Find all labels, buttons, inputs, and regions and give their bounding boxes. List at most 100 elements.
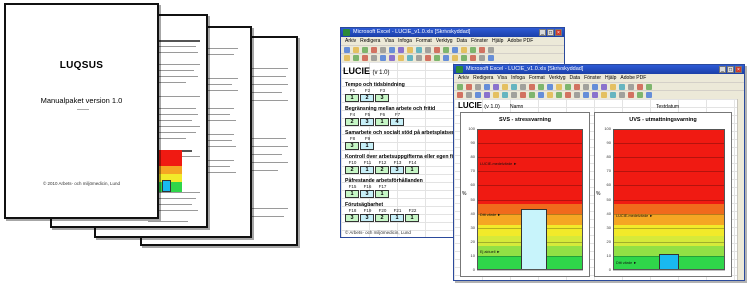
toolbar-button-icon[interactable] bbox=[484, 92, 490, 98]
menu-item[interactable]: Fönster bbox=[584, 75, 601, 81]
answer-cell[interactable]: 3 bbox=[345, 142, 359, 150]
toolbar-button-icon[interactable] bbox=[511, 92, 517, 98]
toolbar-button-icon[interactable] bbox=[389, 55, 395, 61]
toolbar-button-icon[interactable] bbox=[371, 55, 377, 61]
toolbar-button-icon[interactable] bbox=[610, 92, 616, 98]
toolbar-button-icon[interactable] bbox=[565, 92, 571, 98]
answer-cell[interactable]: 2 bbox=[375, 166, 389, 174]
menu-item[interactable]: Format bbox=[416, 38, 432, 44]
excel-front-titlebar[interactable]: Microsoft Excel - LUCIE_v1.0.xls [Skrivs… bbox=[454, 65, 744, 74]
answer-cell[interactable]: 2 bbox=[375, 214, 389, 222]
excel-back-titlebar[interactable]: Microsoft Excel - LUCIE_v1.0.xls [Skrivs… bbox=[341, 28, 564, 37]
menu-item[interactable]: Adobe PDF bbox=[507, 38, 533, 44]
toolbar-button-icon[interactable] bbox=[452, 55, 458, 61]
menu-item[interactable]: Arkiv bbox=[458, 75, 469, 81]
excel-back-menubar[interactable]: Arkiv Redigera Visa Infoga Format Verktyg Data… bbox=[341, 37, 564, 45]
toolbar-button-icon[interactable] bbox=[416, 55, 422, 61]
menu-item[interactable]: Visa bbox=[497, 75, 507, 81]
menu-item[interactable]: Infoga bbox=[398, 38, 412, 44]
minimize-icon[interactable]: _ bbox=[539, 29, 546, 36]
answer-cell[interactable]: 3 bbox=[360, 214, 374, 222]
answer-cell[interactable]: 1 bbox=[375, 190, 389, 198]
toolbar-button-icon[interactable] bbox=[628, 92, 634, 98]
toolbar-button-icon[interactable] bbox=[443, 55, 449, 61]
toolbar-button-icon[interactable] bbox=[470, 55, 476, 61]
vertical-scrollbar[interactable] bbox=[737, 99, 744, 280]
toolbar-button-icon[interactable] bbox=[646, 92, 652, 98]
excel-front-toolbar-2[interactable] bbox=[454, 90, 744, 99]
answer-cell[interactable]: 2 bbox=[360, 94, 374, 102]
menu-item[interactable]: Hjälp bbox=[492, 38, 503, 44]
answer-cell[interactable]: 1 bbox=[345, 94, 359, 102]
y-tick-label: 0 bbox=[608, 267, 611, 272]
answer-cell[interactable]: 1 bbox=[345, 190, 359, 198]
menu-item[interactable]: Arkiv bbox=[345, 38, 356, 44]
toolbar-button-icon[interactable] bbox=[637, 92, 643, 98]
minimize-icon[interactable]: _ bbox=[719, 66, 726, 73]
answer-cell[interactable]: 3 bbox=[390, 166, 404, 174]
toolbar-button-icon[interactable] bbox=[466, 92, 472, 98]
menu-item[interactable]: Fönster bbox=[471, 38, 488, 44]
toolbar-button-icon[interactable] bbox=[457, 92, 463, 98]
answer-cell[interactable]: 2 bbox=[345, 118, 359, 126]
menu-item[interactable]: Adobe PDF bbox=[620, 75, 646, 81]
toolbar-button-icon[interactable] bbox=[574, 92, 580, 98]
answer-cell[interactable]: 3 bbox=[345, 214, 359, 222]
maximize-icon[interactable]: □ bbox=[547, 29, 554, 36]
menu-item[interactable]: Data bbox=[570, 75, 581, 81]
answer-cell[interactable]: 3 bbox=[360, 118, 374, 126]
menu-item[interactable]: Verktyg bbox=[436, 38, 453, 44]
close-icon[interactable]: × bbox=[735, 66, 742, 73]
answer-cell[interactable]: 3 bbox=[360, 190, 374, 198]
question-label: F2 bbox=[364, 88, 371, 93]
toolbar-button-icon[interactable] bbox=[592, 92, 598, 98]
maximize-icon[interactable]: □ bbox=[727, 66, 734, 73]
toolbar-button-icon[interactable] bbox=[520, 92, 526, 98]
excel-back-title: Microsoft Excel - LUCIE_v1.0.xls [Skrivs… bbox=[353, 29, 471, 35]
close-icon[interactable]: × bbox=[555, 29, 562, 36]
toolbar-button-icon[interactable] bbox=[583, 92, 589, 98]
excel-front-menubar[interactable]: Arkiv Redigera Visa Infoga Format Verktyg Data… bbox=[454, 74, 744, 82]
toolbar-button-icon[interactable] bbox=[493, 92, 499, 98]
answer-cell[interactable]: 1 bbox=[375, 118, 389, 126]
toolbar-button-icon[interactable] bbox=[434, 55, 440, 61]
answer-cell[interactable]: 1 bbox=[390, 214, 404, 222]
toolbar-button-icon[interactable] bbox=[547, 92, 553, 98]
menu-item[interactable]: Infoga bbox=[511, 75, 525, 81]
menu-item[interactable]: Verktyg bbox=[549, 75, 566, 81]
toolbar-button-icon[interactable] bbox=[502, 92, 508, 98]
excel-back-toolbar-2[interactable] bbox=[341, 53, 564, 62]
toolbar-button-icon[interactable] bbox=[344, 55, 350, 61]
answer-cell[interactable]: 4 bbox=[390, 118, 404, 126]
toolbar-button-icon[interactable] bbox=[601, 92, 607, 98]
answer-cell[interactable]: 1 bbox=[405, 214, 419, 222]
menu-item[interactable]: Data bbox=[457, 38, 468, 44]
toolbar-button-icon[interactable] bbox=[380, 55, 386, 61]
question-label: F6 bbox=[379, 112, 386, 117]
menu-item[interactable]: Hjälp bbox=[605, 75, 616, 81]
menu-item[interactable]: Visa bbox=[384, 38, 394, 44]
toolbar-button-icon[interactable] bbox=[538, 92, 544, 98]
toolbar-button-icon[interactable] bbox=[479, 55, 485, 61]
toolbar-button-icon[interactable] bbox=[461, 55, 467, 61]
menu-item[interactable]: Redigera bbox=[473, 75, 493, 81]
excel-window-front[interactable]: Microsoft Excel - LUCIE_v1.0.xls [Skrivs… bbox=[453, 64, 745, 281]
toolbar-button-icon[interactable] bbox=[425, 55, 431, 61]
toolbar-button-icon[interactable] bbox=[362, 55, 368, 61]
menu-item[interactable]: Redigera bbox=[360, 38, 380, 44]
toolbar-button-icon[interactable] bbox=[475, 92, 481, 98]
toolbar-button-icon[interactable] bbox=[529, 92, 535, 98]
answer-cell[interactable]: 2 bbox=[345, 166, 359, 174]
menu-item[interactable]: Format bbox=[529, 75, 545, 81]
answer-cell[interactable]: 1 bbox=[360, 142, 374, 150]
toolbar-button-icon[interactable] bbox=[407, 55, 413, 61]
toolbar-button-icon[interactable] bbox=[353, 55, 359, 61]
answer-cell[interactable]: 3 bbox=[375, 94, 389, 102]
toolbar-button-icon[interactable] bbox=[619, 92, 625, 98]
toolbar-button-icon[interactable] bbox=[556, 92, 562, 98]
toolbar-button-icon[interactable] bbox=[398, 55, 404, 61]
answer-cell[interactable]: 1 bbox=[360, 166, 374, 174]
toolbar-button-icon[interactable] bbox=[488, 55, 494, 61]
answer-cell[interactable]: 1 bbox=[405, 166, 419, 174]
question-label: F12 bbox=[378, 160, 387, 165]
